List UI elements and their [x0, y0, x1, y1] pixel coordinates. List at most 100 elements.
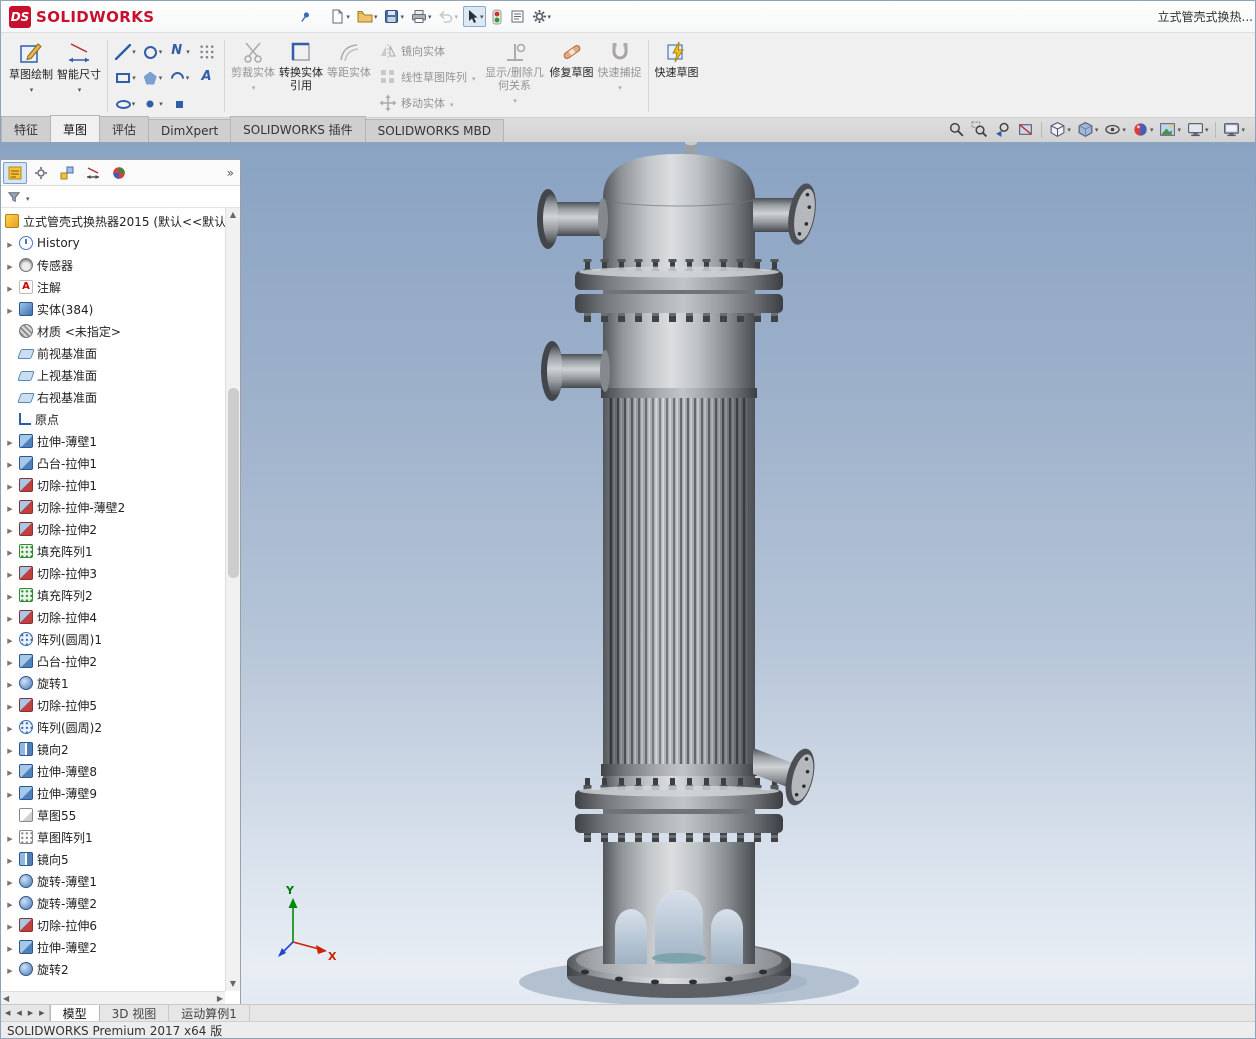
menu-item[interactable] [256, 12, 274, 22]
model-tab[interactable]: 模型 [50, 1005, 100, 1021]
tree-item[interactable]: 切除-拉伸4 [1, 606, 225, 628]
tree-item[interactable]: 填充阵列2 [1, 584, 225, 606]
scroll-left-icon[interactable] [3, 994, 9, 1003]
expand-arrow-icon[interactable] [5, 302, 15, 316]
scrollbar-thumb[interactable] [228, 388, 239, 578]
expand-arrow-icon[interactable] [5, 742, 15, 756]
trim-entities-button[interactable]: 剪裁实体 [229, 36, 277, 116]
expand-arrow-icon[interactable] [5, 632, 15, 646]
menu-item[interactable] [184, 12, 202, 22]
expand-arrow-icon[interactable] [5, 522, 15, 536]
edit-appearance-button[interactable] [1130, 119, 1156, 140]
tree-item[interactable]: 右视基准面 [1, 386, 225, 408]
expand-arrow-icon[interactable] [5, 390, 15, 404]
panel-chevron-icon[interactable] [223, 166, 238, 180]
expand-arrow-icon[interactable] [5, 500, 15, 514]
tree-horizontal-scrollbar[interactable] [1, 991, 225, 1004]
move-entities-button[interactable]: 移动实体 [373, 90, 482, 116]
hide-show-items-button[interactable] [1102, 119, 1128, 140]
expand-arrow-icon[interactable] [5, 324, 15, 338]
tree-root-item[interactable]: 立式管壳式换热器2015 (默认<<默认 [1, 210, 225, 232]
expand-arrow-icon[interactable] [5, 610, 15, 624]
expand-arrow-icon[interactable] [5, 676, 15, 690]
tree-item[interactable]: 切除-拉伸-薄壁2 [1, 496, 225, 518]
expand-arrow-icon[interactable] [5, 434, 15, 448]
expand-arrow-icon[interactable] [5, 456, 15, 470]
expand-arrow-icon[interactable] [5, 852, 15, 866]
display-style-button[interactable] [1075, 119, 1101, 140]
expand-arrow-icon[interactable] [5, 940, 15, 954]
expand-arrow-icon[interactable] [5, 368, 15, 382]
expand-arrow-icon[interactable] [5, 544, 15, 558]
point-tool-button[interactable] [139, 91, 166, 117]
expand-arrow-icon[interactable] [5, 346, 15, 360]
line-tool-button[interactable] [112, 39, 139, 65]
repair-sketch-button[interactable]: 修复草图 [548, 36, 596, 116]
display-delete-relations-button[interactable]: 显示/删除几何关系 [482, 36, 548, 116]
linear-sketch-pattern-button[interactable]: 线性草图阵列 [373, 64, 482, 90]
expand-arrow-icon[interactable] [5, 478, 15, 492]
tree-item[interactable]: 原点 [1, 408, 225, 430]
mirror-entities-button[interactable]: 镜向实体 [373, 38, 482, 64]
command-tab[interactable]: SOLIDWORKS 插件 [230, 116, 365, 142]
tree-item[interactable]: 拉伸-薄壁8 [1, 760, 225, 782]
new-document-button[interactable] [328, 6, 352, 27]
scroll-down-icon[interactable] [226, 977, 240, 991]
tree-item[interactable]: 切除-拉伸2 [1, 518, 225, 540]
tree-item[interactable]: 切除-拉伸6 [1, 914, 225, 936]
configurationmanager-tab[interactable] [55, 162, 79, 184]
tree-item[interactable]: 镜向5 [1, 848, 225, 870]
propertymanager-tab[interactable] [29, 162, 53, 184]
tree-item[interactable]: 旋转-薄壁1 [1, 870, 225, 892]
expand-arrow-icon[interactable] [5, 236, 15, 250]
displaymanager-tab[interactable] [107, 162, 131, 184]
rapid-sketch-button[interactable]: 快速草图 [653, 36, 701, 116]
dimxpertmanager-tab[interactable] [81, 162, 105, 184]
construction-tool-button[interactable] [166, 91, 193, 117]
tree-item[interactable]: 切除-拉伸5 [1, 694, 225, 716]
command-tab[interactable]: SOLIDWORKS MBD [365, 119, 504, 142]
tree-item[interactable]: 草图55 [1, 804, 225, 826]
print-button[interactable] [409, 6, 434, 27]
tree-item[interactable]: 拉伸-薄壁1 [1, 430, 225, 452]
tree-item[interactable]: 上视基准面 [1, 364, 225, 386]
expand-arrow-icon[interactable] [5, 566, 15, 580]
options-button[interactable] [530, 6, 554, 27]
expand-arrow-icon[interactable] [5, 280, 15, 294]
prev-tab-button[interactable] [15, 1009, 22, 1017]
file-properties-button[interactable] [508, 6, 527, 27]
tree-item[interactable]: 拉伸-薄壁9 [1, 782, 225, 804]
scroll-up-icon[interactable] [226, 208, 240, 222]
expand-arrow-icon[interactable] [5, 786, 15, 800]
model-tab[interactable]: 运动算例1 [169, 1005, 250, 1021]
tree-item[interactable]: 镜向2 [1, 738, 225, 760]
filter-caret-icon[interactable] [25, 190, 30, 204]
expand-arrow-icon[interactable] [5, 830, 15, 844]
rebuild-button[interactable] [489, 6, 505, 28]
open-button[interactable] [355, 6, 380, 27]
model-tab[interactable]: 3D 视图 [100, 1005, 170, 1021]
expand-arrow-icon[interactable] [5, 258, 15, 272]
tree-item[interactable]: 凸台-拉伸2 [1, 650, 225, 672]
scroll-right-icon[interactable] [217, 994, 223, 1003]
sketch-button[interactable]: 草图绘制 [7, 36, 55, 116]
expand-arrow-icon[interactable] [5, 588, 15, 602]
expand-arrow-icon[interactable] [5, 764, 15, 778]
expand-arrow-icon[interactable] [5, 412, 15, 426]
next-tab-button[interactable] [27, 1009, 34, 1017]
command-tab[interactable]: 草图 [50, 115, 100, 142]
tree-item[interactable]: 材质 <未指定> [1, 320, 225, 342]
full-screen-button[interactable] [1221, 119, 1247, 140]
text-tool-button[interactable] [193, 65, 220, 91]
rectangle-tool-button[interactable] [112, 65, 139, 91]
quick-snaps-button[interactable]: 快速捕捉 [596, 36, 644, 116]
tree-item[interactable]: 填充阵列1 [1, 540, 225, 562]
offset-entities-button[interactable]: 等距实体 [325, 36, 373, 116]
circle-tool-button[interactable] [139, 39, 166, 65]
smart-dimension-button[interactable]: 智能尺寸 [55, 36, 103, 116]
pin-icon[interactable] [298, 10, 312, 24]
expand-arrow-icon[interactable] [5, 874, 15, 888]
tree-item[interactable]: 旋转-薄壁2 [1, 892, 225, 914]
tree-item[interactable]: 拉伸-薄壁2 [1, 936, 225, 958]
menu-item[interactable] [166, 12, 184, 22]
